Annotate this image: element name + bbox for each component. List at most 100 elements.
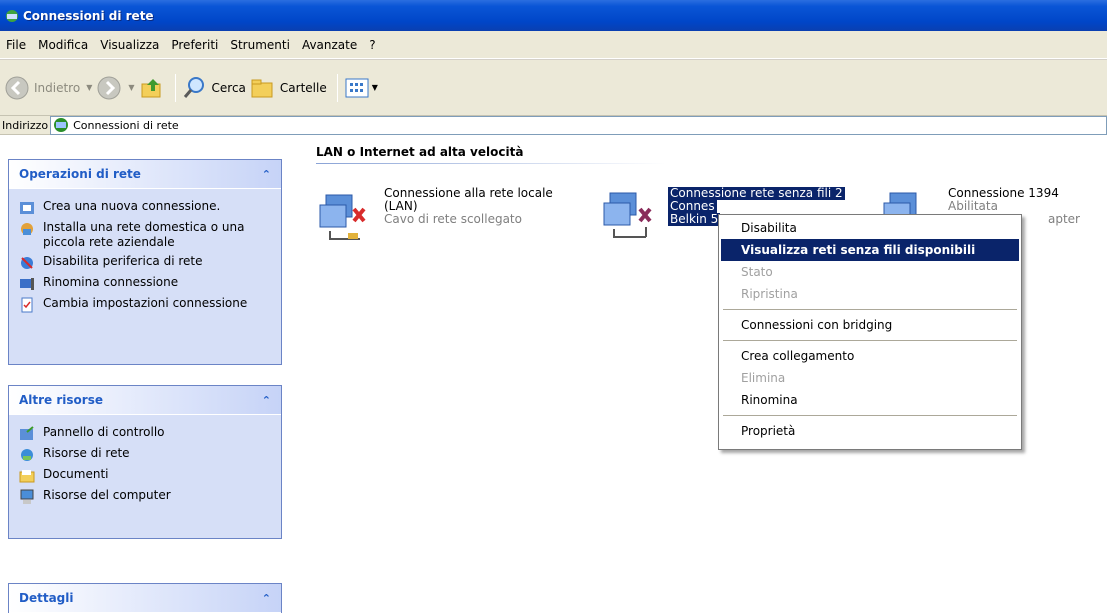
views-icon — [345, 78, 369, 97]
menu-separator — [723, 309, 1017, 310]
address-value: Connessioni di rete — [73, 118, 179, 132]
menu-avanzate[interactable]: Avanzate — [296, 38, 363, 52]
context-menu: Disabilita Visualizza reti senza fili di… — [718, 214, 1022, 450]
network-tasks-header[interactable]: Operazioni di rete ⌃ — [9, 160, 281, 189]
forward-button[interactable]: ▼ — [96, 73, 135, 103]
network-places-icon — [21, 449, 33, 461]
rename-icon — [20, 278, 34, 290]
menu-item-properties[interactable]: Proprietà — [721, 420, 1019, 442]
network-connections-icon — [6, 9, 18, 22]
search-label: Cerca — [211, 80, 246, 95]
menu-separator — [723, 340, 1017, 341]
menu-item-delete[interactable]: Elimina — [721, 367, 1019, 389]
other-places-panel: Altre risorse ⌃ Pannello di controllo Ri… — [8, 385, 282, 539]
chevron-down-icon[interactable]: ▼ — [372, 83, 378, 92]
menu-visualizza[interactable]: Visualizza — [94, 38, 165, 52]
back-label: Indietro — [34, 80, 81, 95]
disable-device-icon — [21, 257, 33, 269]
task-create-connection[interactable]: Crea una nuova connessione. — [19, 199, 271, 216]
task-label: Installa una rete domestica o una piccol… — [43, 220, 245, 249]
connection-lan[interactable]: Connessione alla rete locale (LAN) Cavo … — [316, 187, 553, 243]
search-icon — [183, 76, 204, 98]
up-button[interactable] — [139, 73, 165, 103]
toolbar-separator — [336, 73, 338, 102]
place-label: Risorse di rete — [43, 446, 130, 460]
control-panel-icon — [20, 426, 34, 440]
task-label: Rinomina connessione — [43, 275, 179, 289]
details-title: Dettagli — [19, 591, 74, 605]
menu-item-bridge[interactable]: Connessioni con bridging — [721, 314, 1019, 336]
network-connections-icon — [54, 118, 69, 132]
task-install-home-network[interactable]: Installa una rete domestica o una piccol… — [19, 220, 271, 250]
menu-bar: File Modifica Visualizza Preferiti Strum… — [0, 31, 1107, 59]
new-connection-icon — [20, 202, 34, 214]
network-tasks-body: Crea una nuova connessione. Installa una… — [9, 189, 281, 364]
menu-file[interactable]: File — [0, 38, 32, 52]
details-panel: Dettagli ⌃ — [8, 583, 282, 613]
place-control-panel[interactable]: Pannello di controllo — [19, 425, 271, 442]
task-disable-device[interactable]: Disabilita periferica di rete — [19, 254, 271, 271]
network-tasks-title: Operazioni di rete — [19, 167, 141, 181]
menu-strumenti[interactable]: Strumenti — [224, 38, 296, 52]
group-title: LAN o Internet ad alta velocità — [316, 145, 524, 159]
menu-item-view-wireless-networks[interactable]: Visualizza reti senza fili disponibili — [721, 239, 1019, 261]
menu-separator — [723, 415, 1017, 416]
folders-icon — [251, 79, 273, 97]
menu-item-repair[interactable]: Ripristina — [721, 283, 1019, 305]
wireless-connection-icon — [603, 192, 652, 238]
chevron-down-icon[interactable]: ▼ — [86, 83, 92, 92]
network-tasks-panel: Operazioni di rete ⌃ Crea una nuova conn… — [8, 159, 282, 365]
menu-modifica[interactable]: Modifica — [32, 38, 94, 52]
folders-label: Cartelle — [279, 80, 327, 95]
other-places-title: Altre risorse — [19, 393, 103, 407]
folder-up-icon — [141, 78, 161, 97]
place-label: Risorse del computer — [43, 488, 171, 502]
task-rename-connection[interactable]: Rinomina connessione — [19, 275, 271, 292]
expand-icon[interactable]: ⌃ — [262, 592, 271, 605]
folders-button[interactable]: Cartelle — [250, 73, 327, 103]
forward-arrow-icon — [97, 76, 121, 99]
collapse-icon[interactable]: ⌃ — [262, 168, 271, 181]
menu-item-create-shortcut[interactable]: Crea collegamento — [721, 345, 1019, 367]
views-button[interactable]: ▼ — [344, 73, 378, 103]
task-label: Crea una nuova connessione. — [43, 199, 221, 213]
lan-connection-icon — [319, 194, 366, 240]
menu-help[interactable]: ? — [363, 38, 381, 52]
group-divider — [316, 163, 666, 164]
window-title: Connessioni di rete — [23, 8, 154, 23]
connection-lan-text: Connessione alla rete locale (LAN) Cavo … — [384, 187, 553, 243]
place-label: Pannello di controllo — [43, 425, 165, 439]
menu-item-disable[interactable]: Disabilita — [721, 217, 1019, 239]
menu-item-status[interactable]: Stato — [721, 261, 1019, 283]
place-my-computer[interactable]: Risorse del computer — [19, 488, 271, 505]
task-pane: Operazioni di rete ⌃ Crea una nuova conn… — [0, 135, 300, 613]
details-header[interactable]: Dettagli ⌃ — [9, 584, 281, 613]
toolbar: Indietro ▼ ▼ Cerca Cartelle ▼ — [0, 59, 1107, 116]
connection-status: Belkin 5 — [668, 212, 721, 226]
task-label: Cambia impostazioni connessione — [43, 296, 248, 310]
connection-status: Cavo di rete scollegato — [384, 212, 522, 226]
menu-preferiti[interactable]: Preferiti — [165, 38, 224, 52]
place-label: Documenti — [43, 467, 109, 481]
collapse-icon[interactable]: ⌃ — [262, 394, 271, 407]
menu-item-rename[interactable]: Rinomina — [721, 389, 1019, 411]
task-change-settings[interactable]: Cambia impostazioni connessione — [19, 296, 271, 313]
chevron-down-icon[interactable]: ▼ — [128, 83, 134, 92]
search-button[interactable]: Cerca — [182, 73, 246, 103]
address-field[interactable]: Connessioni di rete — [50, 115, 1107, 135]
settings-document-icon — [21, 297, 33, 313]
other-places-header[interactable]: Altre risorse ⌃ — [9, 386, 281, 415]
address-bar: Indirizzo Connessioni di rete — [0, 115, 1107, 135]
title-bar: Connessioni di rete — [0, 0, 1107, 31]
back-arrow-icon — [5, 76, 29, 99]
place-documents[interactable]: Documenti — [19, 467, 271, 484]
other-places-body: Pannello di controllo Risorse di rete Do… — [9, 415, 281, 538]
task-label: Disabilita periferica di rete — [43, 254, 203, 268]
home-network-icon — [21, 223, 33, 235]
back-button[interactable]: Indietro ▼ — [4, 73, 92, 103]
place-network[interactable]: Risorse di rete — [19, 446, 271, 463]
toolbar-separator — [174, 73, 176, 102]
address-label: Indirizzo — [2, 118, 49, 132]
documents-folder-icon — [19, 470, 35, 483]
my-computer-icon — [20, 489, 34, 504]
